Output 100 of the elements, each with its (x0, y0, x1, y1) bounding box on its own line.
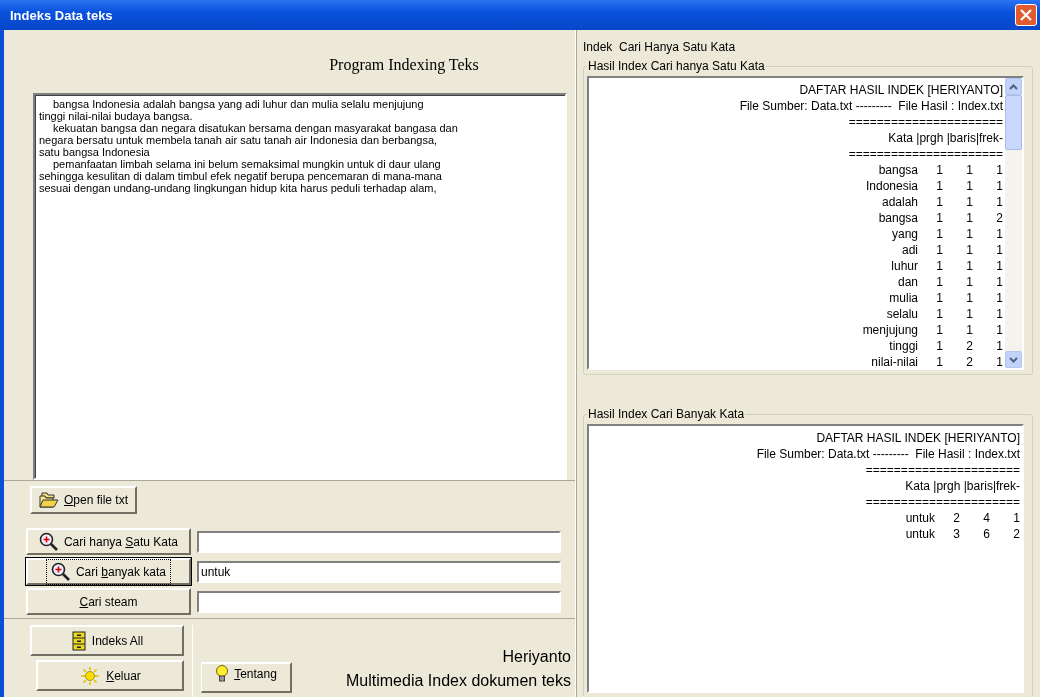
table-cell-text: 1 (935, 242, 943, 258)
table-cell-text: 1 (995, 258, 1003, 274)
table-cell-text: bangsa (877, 210, 918, 226)
table-cell-text: nilai-nilai (870, 354, 918, 368)
table-cell: untuk (905, 510, 935, 526)
table-cell-text: 1 (965, 242, 973, 258)
text-line: sehingga kesulitan di dalam timbul efek negatif berupa pencemaran di mana-mana (39, 170, 442, 182)
header-line: File Sumber: Data.txt --------- File Hasil : Index.txt (756, 446, 1020, 462)
table-cell-text: 1 (935, 178, 943, 194)
text-line: bangsa Indonesia adalah bangsa yang adi luhur dan mulia selalu menjujung (52, 98, 424, 110)
table-cell-text: 1 (995, 274, 1003, 290)
table-cell-text: 1 (965, 226, 973, 242)
table-cell-text: adalah (880, 194, 918, 210)
table-cell-text: 3 (952, 526, 960, 542)
table-cell-text: 1 (995, 226, 1003, 242)
narrow-button[interactable]: Keluar (36, 660, 184, 691)
header-line: ====================== (848, 114, 1003, 130)
text-line: satu bangsa Indonesia (39, 146, 150, 158)
header-line: ====================== (865, 462, 1020, 478)
table-cell-text: Indonesia (864, 178, 918, 194)
table-cell: untuk (905, 526, 935, 542)
table-cell-text: 1 (965, 162, 973, 178)
credit-text: Heriyanto (501, 647, 571, 667)
credit-text: Multimedia Index dokumen teks (345, 671, 571, 691)
scroll-up-button[interactable] (1005, 78, 1022, 95)
header-line: Kata |prgh |baris|frek- (888, 130, 1003, 146)
search-field[interactable] (197, 590, 561, 613)
search-button[interactable]: Cari steam (26, 588, 191, 615)
table-cell-text: 1 (995, 242, 1003, 258)
header-line: ====================== (848, 146, 1003, 162)
scrollbar[interactable] (1005, 78, 1022, 368)
table-cell-text: 1 (935, 162, 943, 178)
program-heading: Program Indexing Teks (328, 55, 480, 76)
chevron-down-icon (1009, 356, 1018, 363)
magnifier-icon (38, 531, 59, 552)
table-cell-text: 1 (965, 178, 973, 194)
document-text-area[interactable] (33, 93, 567, 480)
table-cell-text: 1 (995, 162, 1003, 178)
search-field[interactable] (197, 530, 561, 553)
text-line: sesuai dengan undang-undang lingkungan hidup kita harus peduli terhadap alam, (39, 182, 437, 194)
wide-button[interactable]: Indeks All (30, 625, 184, 656)
cabinet-icon (70, 630, 87, 651)
table-cell: menjujung (862, 322, 918, 338)
table-cell-text: 1 (935, 290, 943, 306)
table-cell-text: adi (901, 242, 918, 258)
table-cell-text: 1 (935, 338, 943, 354)
table-cell-text: 4 (982, 510, 990, 526)
scroll-thumb[interactable] (1005, 95, 1022, 150)
table-cell-text: 2 (952, 510, 960, 526)
table-cell-text: 1 (965, 210, 973, 226)
scroll-down-button[interactable] (1005, 351, 1022, 368)
table-cell-text: yang (890, 226, 918, 242)
chevron-up-icon (1009, 83, 1018, 90)
table-cell-text: 1 (995, 322, 1003, 338)
table-cell-text: 1 (935, 258, 943, 274)
table-cell-text: 2 (1012, 526, 1020, 542)
table-cell-text: 1 (965, 274, 973, 290)
search-field[interactable]: untuk (197, 560, 561, 583)
index-result-list[interactable]: DAFTAR HASIL INDEK [HERIYANTO] File Sumber: Data.txt --------- File Hasil : Index.txt ====================== Kata |prgh |baris|frek- ====================== untuk 2 4 1 untuk 3 6 2 (587, 424, 1024, 693)
table-cell-text: 1 (995, 194, 1003, 210)
table-cell-text: 1 (935, 274, 943, 290)
table-cell-text: 1 (995, 178, 1003, 194)
table-cell-text: 1 (935, 322, 943, 338)
table-cell-text: mulia (888, 290, 918, 306)
group-title: Hasil Index Cari Banyak Kata (587, 407, 746, 421)
header-line: ====================== (865, 494, 1020, 510)
header-line: Kata |prgh |baris|frek- (905, 478, 1020, 494)
table-cell-text: 1 (995, 338, 1003, 354)
lightbulb-icon (215, 664, 230, 684)
header-line: DAFTAR HASIL INDEK [HERIYANTO] (799, 82, 1003, 98)
table-cell-text: 1 (935, 226, 943, 242)
about-button[interactable]: Tentang (201, 662, 292, 693)
window-title: Indeks Data teks (10, 7, 113, 23)
table-cell-text: 1 (995, 354, 1003, 368)
table-cell-text: bangsa (877, 162, 918, 178)
magnifier-icon (50, 561, 71, 582)
close-button[interactable] (1015, 4, 1037, 26)
table-cell-text: 1 (965, 306, 973, 322)
open-file-button[interactable]: Open file txt (30, 486, 137, 514)
sun-icon (79, 665, 102, 686)
table-cell-text: 1 (935, 194, 943, 210)
table-cell-text: 1 (965, 322, 973, 338)
section-caption: Indek Cari Hanya Satu Kata (583, 40, 737, 56)
table-cell-text: 2 (965, 338, 973, 354)
table-cell-text: 1 (935, 354, 943, 368)
table-cell-text: 2 (965, 354, 973, 368)
table-cell-text: 1 (995, 306, 1003, 322)
table-cell-text: 2 (995, 210, 1003, 226)
text-line: kekuatan bangsa dan negara disatukan bersama dengan masyarakat bangasa dan (52, 122, 458, 134)
table-cell-text: luhur (890, 258, 918, 274)
search-button[interactable]: Cari banyak kata (26, 558, 191, 585)
header-line: File Sumber: Data.txt --------- File Hasil : Index.txt (739, 98, 1003, 114)
table-cell-text: dan (896, 274, 918, 290)
header-line: DAFTAR HASIL INDEK [HERIYANTO] (816, 430, 1020, 446)
table-cell-text: 6 (982, 526, 990, 542)
table-cell-text: 1 (965, 290, 973, 306)
table-cell-text: 1 (965, 258, 973, 274)
text-line: negara bersatu untuk membela tanah air satu tanah air Indonesia dan berbangsa, (39, 134, 438, 146)
search-button[interactable]: Cari hanya Satu Kata (26, 528, 191, 555)
table-cell-text: tinggi (888, 338, 918, 354)
